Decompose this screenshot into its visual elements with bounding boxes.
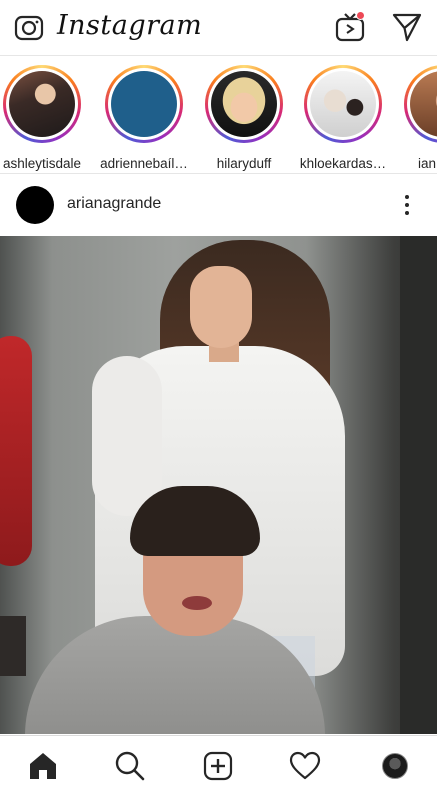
story-avatar [9, 71, 75, 137]
bottom-navigation [0, 735, 437, 800]
profile-avatar[interactable] [382, 753, 408, 779]
story-username: hilaryduff [216, 156, 272, 171]
search-icon[interactable] [114, 750, 146, 782]
story-ring [304, 65, 382, 143]
story-item[interactable]: ian [398, 65, 437, 171]
post-header: arianagrande [0, 175, 437, 235]
story-ring [205, 65, 283, 143]
post-author-username[interactable]: arianagrande [67, 195, 161, 213]
story-username: khloekardas… [299, 156, 387, 171]
igtv-button[interactable] [334, 11, 366, 43]
igtv-notification-dot [356, 11, 365, 20]
post-author-avatar[interactable] [16, 186, 54, 224]
add-post-icon[interactable] [202, 750, 234, 782]
story-item[interactable]: ashleytisdale [0, 65, 85, 171]
story-avatar [111, 71, 177, 137]
story-username: adriennebaíl… [100, 156, 188, 171]
post-image[interactable] [0, 236, 437, 734]
instagram-logo[interactable]: Instagram [57, 10, 202, 41]
story-username: ashleytisdale [2, 156, 82, 171]
story-avatar [211, 71, 277, 137]
story-avatar [410, 71, 437, 137]
activity-heart-icon[interactable] [289, 750, 321, 782]
story-item[interactable]: khloekardas… [298, 65, 386, 171]
story-avatar [310, 71, 376, 137]
direct-message-icon[interactable] [391, 11, 423, 43]
story-ring [105, 65, 183, 143]
story-ring [404, 65, 437, 143]
story-username: ian [418, 156, 437, 171]
home-icon[interactable] [27, 750, 59, 782]
story-ring [3, 65, 81, 143]
more-vertical-icon[interactable] [395, 191, 419, 219]
story-item[interactable]: adriennebaíl… [99, 65, 188, 171]
camera-icon[interactable] [14, 12, 44, 42]
stories-tray[interactable]: ashleytisdale adriennebaíl… hilaryduff k… [0, 57, 437, 174]
story-item[interactable]: hilaryduff [199, 65, 287, 171]
top-bar: Instagram [0, 0, 437, 56]
